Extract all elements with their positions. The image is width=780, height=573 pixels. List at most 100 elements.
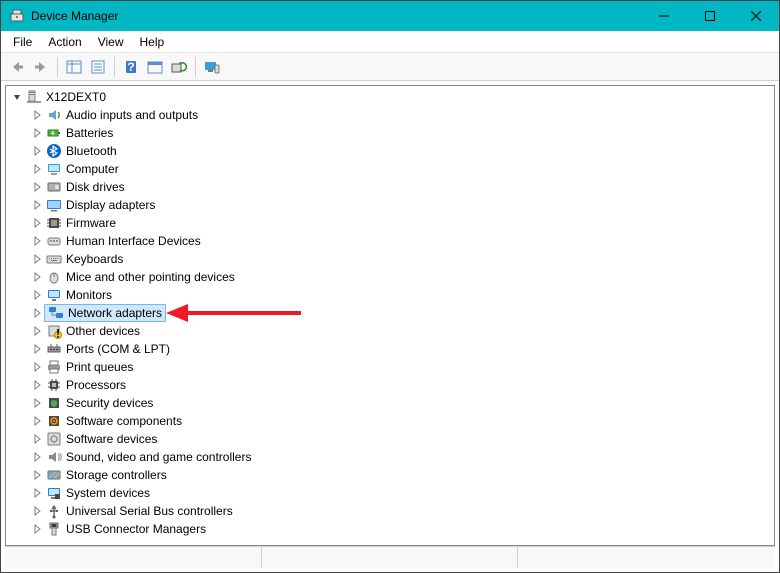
menu-action[interactable]: Action [40,33,89,51]
help-icon: ? [123,60,139,74]
tree-item-label: Software components [64,414,184,428]
tree-item-label: Monitors [64,288,114,302]
expand-toggle[interactable] [30,306,44,320]
help-button[interactable]: ? [119,56,143,78]
show-hide-tree-button[interactable] [62,56,86,78]
menu-label: Action [48,35,81,49]
tree-item[interactable]: Audio inputs and outputs [26,106,774,124]
event-icon [147,60,163,74]
status-cell [5,547,262,568]
expand-toggle[interactable] [30,504,44,518]
tree-item[interactable]: Storage controllers [26,466,774,484]
tree-item[interactable]: Universal Serial Bus controllers [26,502,774,520]
tree-item-label: Processors [64,378,128,392]
properties-button[interactable] [86,56,110,78]
svg-text:?: ? [127,60,134,74]
system-icon [46,485,62,501]
close-button[interactable] [733,1,779,31]
menu-view[interactable]: View [90,33,132,51]
status-cell [262,547,519,568]
tree-item[interactable]: Computer [26,160,774,178]
root-computer-icon [26,89,42,105]
expand-toggle[interactable] [30,432,44,446]
usb-conn-icon [46,521,62,537]
properties-icon [90,60,106,74]
tree-item-label: Computer [64,162,121,176]
tree-root[interactable]: X12DEXT0 [6,88,774,106]
expand-toggle[interactable] [30,126,44,140]
tree-item[interactable]: USB Connector Managers [26,520,774,538]
tree-item[interactable]: System devices [26,484,774,502]
maximize-button[interactable] [687,1,733,31]
tree-item[interactable]: Firmware [26,214,774,232]
forward-button[interactable] [29,56,53,78]
tree-item[interactable]: Disk drives [26,178,774,196]
tree-pane-icon [66,60,82,74]
action-event-button[interactable] [143,56,167,78]
expand-toggle[interactable] [30,414,44,428]
arrow-left-icon [9,60,25,74]
expand-toggle[interactable] [30,144,44,158]
tree-item[interactable]: Network adapters [26,304,774,322]
tree-item[interactable]: Processors [26,376,774,394]
expand-toggle[interactable] [10,90,24,104]
expand-toggle[interactable] [30,270,44,284]
tree-item[interactable]: ! Other devices [26,322,774,340]
scan-hardware-button[interactable] [167,56,191,78]
menu-label: Help [140,35,165,49]
expand-toggle[interactable] [30,378,44,392]
network-icon [48,305,64,321]
tree-item-label: Disk drives [64,180,127,194]
device-tree[interactable]: X12DEXT0 Audio inputs and outputs Batteri… [5,85,775,546]
tree-item[interactable]: Sound, video and game controllers [26,448,774,466]
back-button[interactable] [5,56,29,78]
expand-toggle[interactable] [30,288,44,302]
expand-toggle[interactable] [30,198,44,212]
expand-toggle[interactable] [30,162,44,176]
expand-toggle[interactable] [30,252,44,266]
tree-item-label: Sound, video and game controllers [64,450,253,464]
expand-toggle[interactable] [30,324,44,338]
menu-help[interactable]: Help [132,33,173,51]
tree-item[interactable]: Mice and other pointing devices [26,268,774,286]
tree-item[interactable]: Display adapters [26,196,774,214]
tree-item[interactable]: Keyboards [26,250,774,268]
expand-toggle[interactable] [30,108,44,122]
tree-item[interactable]: Software components [26,412,774,430]
storage-icon [46,467,62,483]
svg-text:!: ! [56,327,60,340]
expand-toggle[interactable] [30,396,44,410]
tree-item[interactable]: Human Interface Devices [26,232,774,250]
tree-item[interactable]: Security devices [26,394,774,412]
expand-toggle[interactable] [30,486,44,500]
expand-toggle[interactable] [30,360,44,374]
expand-toggle[interactable] [30,450,44,464]
expand-toggle[interactable] [30,342,44,356]
expand-toggle[interactable] [30,216,44,230]
tree-item-label: Audio inputs and outputs [64,108,200,122]
devices-button[interactable] [200,56,224,78]
disk-icon [46,179,62,195]
window-title: Device Manager [31,9,118,23]
tree-item-label: Bluetooth [64,144,119,158]
menu-file[interactable]: File [5,33,40,51]
tree-item[interactable]: Software devices [26,430,774,448]
expand-toggle[interactable] [30,234,44,248]
printer-icon [46,359,62,375]
tree-item[interactable]: Ports (COM & LPT) [26,340,774,358]
tree-item-label: Other devices [64,324,142,338]
scan-icon [171,60,187,74]
tree-item-label: Software devices [64,432,159,446]
toolbar-separator [114,57,115,77]
tree-item[interactable]: Monitors [26,286,774,304]
devices-icon [204,60,220,74]
expand-toggle[interactable] [30,180,44,194]
expand-toggle[interactable] [30,468,44,482]
tree-item[interactable]: Bluetooth [26,142,774,160]
tree-item-label: System devices [64,486,152,500]
tree-item[interactable]: Batteries [26,124,774,142]
tree-item[interactable]: Print queues [26,358,774,376]
expand-toggle[interactable] [30,522,44,536]
minimize-button[interactable] [641,1,687,31]
computer-icon [46,161,62,177]
